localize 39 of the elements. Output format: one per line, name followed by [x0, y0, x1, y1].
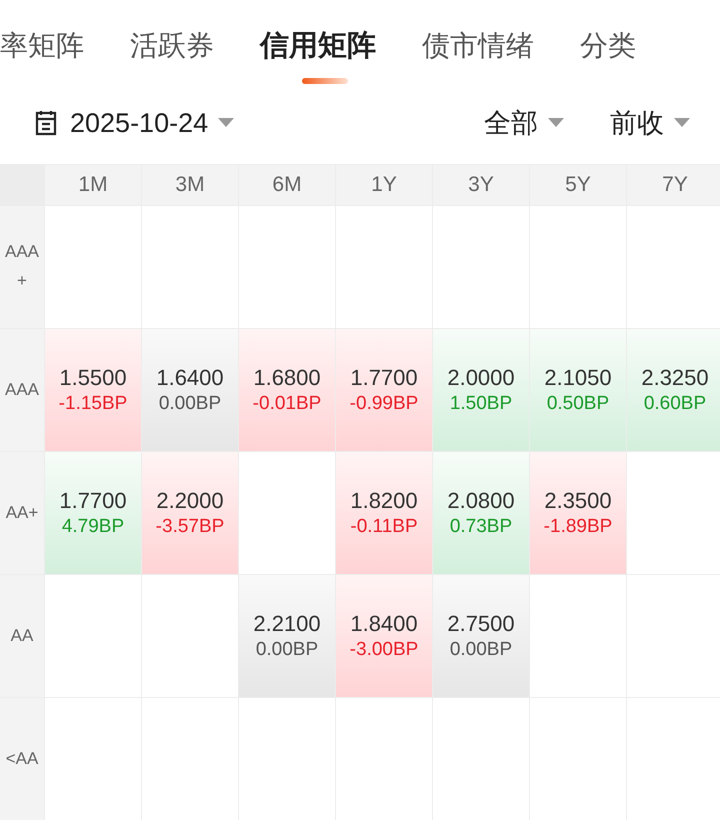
rating-header: AAA+: [0, 206, 44, 328]
rating-header: AA: [0, 575, 44, 697]
yield-cell[interactable]: 2.7500 0.00BP: [433, 575, 529, 697]
column-header: 1M: [45, 165, 141, 205]
column-header: 7Y: [627, 165, 720, 205]
caret-icon: [548, 118, 564, 128]
column-header: 6M: [239, 165, 335, 205]
yield-cell[interactable]: 2.3250 0.60BP: [627, 329, 720, 451]
yield-cell[interactable]: 2.1050 0.50BP: [530, 329, 626, 451]
date-picker[interactable]: 2025-10-24: [32, 108, 234, 138]
tab[interactable]: 分类: [580, 27, 636, 65]
rating-header: <AA: [0, 698, 44, 820]
tab[interactable]: 债市情绪: [422, 27, 534, 65]
column-header: 3M: [142, 165, 238, 205]
tab[interactable]: 率矩阵: [0, 27, 84, 65]
caret-icon: [674, 118, 690, 128]
tab[interactable]: 活跃券: [130, 27, 214, 65]
yield-cell[interactable]: 2.0000 1.50BP: [433, 329, 529, 451]
active-tab-indicator: [302, 78, 348, 84]
yield-cell[interactable]: 1.6400 0.00BP: [142, 329, 238, 451]
scope-dropdown[interactable]: 全部: [484, 105, 564, 141]
column-header: 3Y: [433, 165, 529, 205]
yield-cell[interactable]: 1.8200 -0.11BP: [336, 452, 432, 574]
yield-cell[interactable]: 2.2100 0.00BP: [239, 575, 335, 697]
caret-icon: [218, 118, 234, 128]
yield-cell[interactable]: 1.7700 4.79BP: [45, 452, 141, 574]
column-header: 5Y: [530, 165, 626, 205]
yield-cell[interactable]: 1.8400 -3.00BP: [336, 575, 432, 697]
yield-cell[interactable]: 2.0800 0.73BP: [433, 452, 529, 574]
yield-cell[interactable]: 1.7700 -0.99BP: [336, 329, 432, 451]
rating-header: AAA: [0, 329, 44, 451]
price-dropdown[interactable]: 前收: [610, 105, 690, 141]
yield-cell[interactable]: 2.2000 -3.57BP: [142, 452, 238, 574]
yield-cell[interactable]: 1.6800 -0.01BP: [239, 329, 335, 451]
tab[interactable]: 信用矩阵: [260, 26, 376, 66]
column-header: 1Y: [336, 165, 432, 205]
rating-header: AA+: [0, 452, 44, 574]
yield-cell[interactable]: 1.5500 -1.15BP: [45, 329, 141, 451]
yield-cell[interactable]: 2.3500 -1.89BP: [530, 452, 626, 574]
